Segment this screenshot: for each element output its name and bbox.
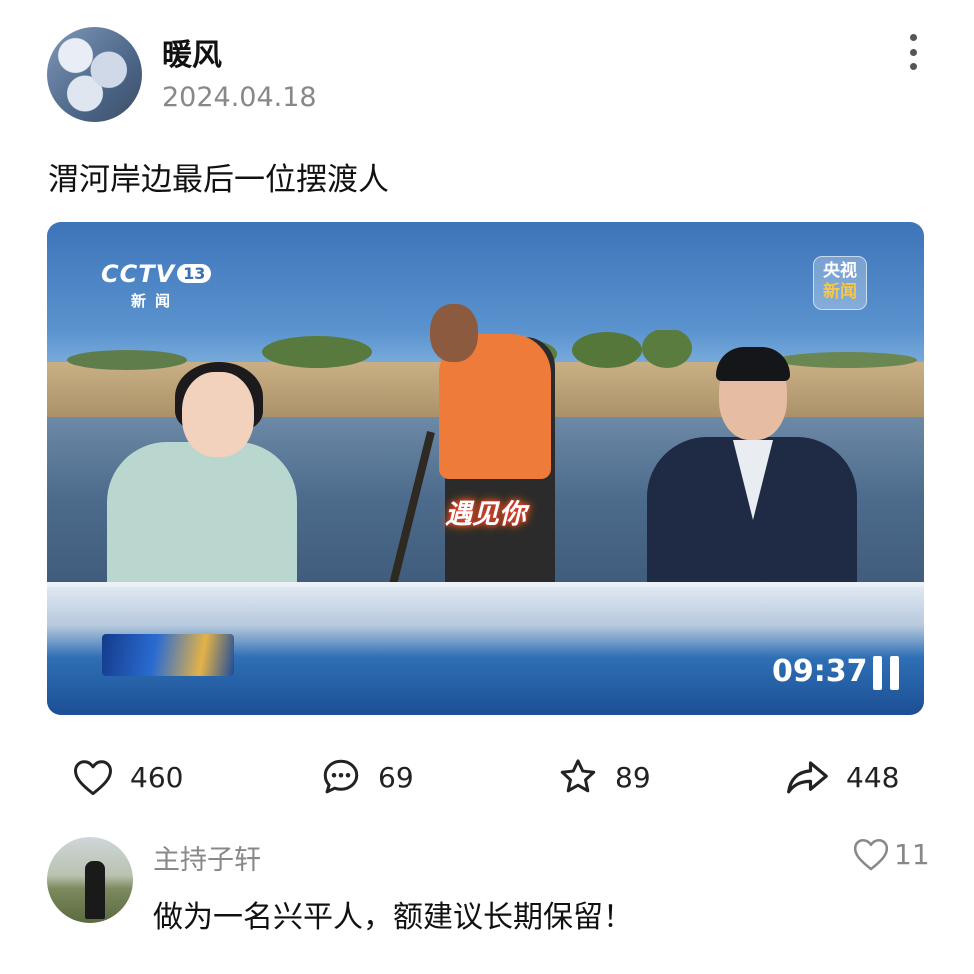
- news-graphic: [102, 634, 234, 676]
- comment-like-count: 11: [894, 837, 930, 871]
- like-count: 460: [130, 760, 184, 794]
- favorite-count: 89: [615, 760, 651, 794]
- author-name[interactable]: 暖风: [162, 30, 222, 74]
- like-button[interactable]: 460: [72, 752, 183, 802]
- commenter-name[interactable]: 主持子轩: [153, 838, 261, 877]
- female-anchor-face: [182, 372, 254, 457]
- star-icon: [560, 759, 596, 793]
- share-icon: [787, 761, 828, 794]
- share-count: 448: [846, 760, 900, 794]
- video-player[interactable]: CCTV 13 新闻 央视 新闻 遇见你 09:37: [47, 222, 924, 715]
- more-options-icon[interactable]: [900, 34, 926, 70]
- cctv13-logo: CCTV 13 新闻: [101, 260, 212, 311]
- heart-icon: [853, 838, 889, 871]
- favorite-button[interactable]: 89: [557, 752, 651, 802]
- cctv-news-badge: 央视 新闻: [813, 256, 867, 310]
- post-date: 2024.04.18: [162, 82, 317, 113]
- comment-icon: [323, 759, 359, 794]
- comment-like-button[interactable]: 11: [852, 836, 930, 872]
- ferryman-head: [430, 304, 478, 362]
- male-anchor-hair: [716, 347, 790, 381]
- heart-icon: [74, 760, 112, 796]
- comment-text: 做为一名兴平人，额建议长期保留！: [153, 900, 633, 935]
- video-caption: 遇见你: [445, 499, 526, 530]
- pause-icon[interactable]: [873, 656, 899, 690]
- video-duration: 09:37: [772, 654, 868, 689]
- comment-button[interactable]: 69: [320, 752, 414, 802]
- share-button[interactable]: 448: [784, 752, 899, 802]
- female-anchor: [107, 442, 297, 602]
- commenter-avatar[interactable]: [47, 837, 133, 923]
- author-avatar[interactable]: [47, 27, 142, 122]
- comment-count: 69: [378, 760, 414, 794]
- post-title: 渭河岸边最后一位摆渡人: [48, 162, 389, 198]
